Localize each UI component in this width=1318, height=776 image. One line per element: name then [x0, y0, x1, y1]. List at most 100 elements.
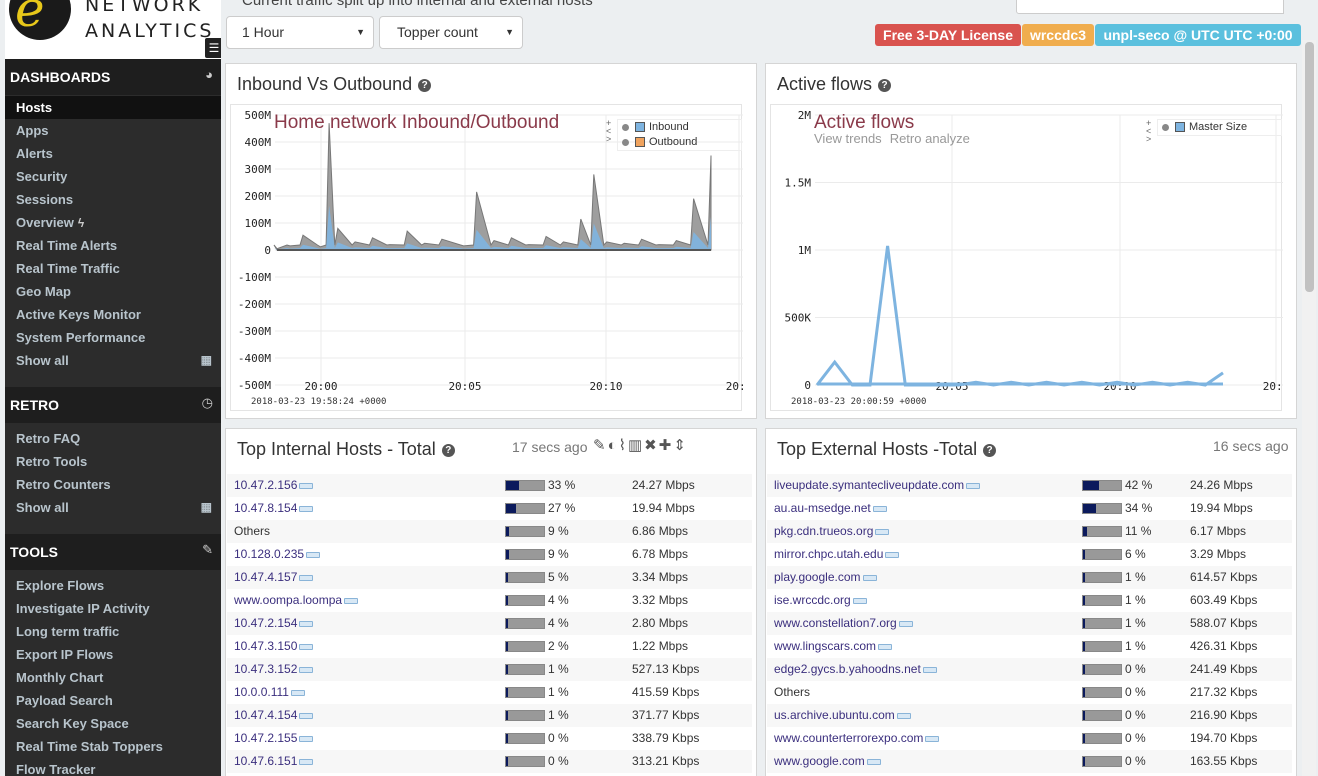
host-tag-icon[interactable] [885, 551, 900, 558]
add-icon[interactable]: ✚ [659, 437, 674, 454]
logo[interactable]: e NETWORK ANALYTICS ☰ [5, 0, 221, 59]
host-link[interactable]: 10.47.2.156 [234, 474, 314, 497]
help-icon[interactable]: ? [878, 78, 892, 92]
host-tag-icon[interactable] [866, 758, 881, 765]
host-tag-icon[interactable] [299, 735, 314, 742]
sidebar-item-dash-geo-map[interactable]: Geo Map [5, 280, 221, 303]
legend-item[interactable]: Master Size [1162, 120, 1277, 135]
legend-item[interactable]: Outbound [622, 135, 737, 150]
host-link[interactable]: www.counterterrorexpo.com [774, 727, 940, 750]
host-tag-icon[interactable] [299, 712, 314, 719]
sidebar-item-tools-payload-search[interactable]: Payload Search [5, 689, 221, 712]
search-input[interactable] [1016, 0, 1284, 14]
legend-toggle-dot[interactable] [622, 123, 629, 131]
host-tag-icon[interactable] [299, 620, 314, 627]
legend-item[interactable]: Inbound [622, 120, 737, 135]
host-link[interactable]: play.google.com [774, 566, 877, 589]
host-tag-icon[interactable] [852, 597, 867, 604]
section-tools[interactable]: TOOLS ✎ [5, 534, 221, 570]
sidebar-item-retro-retro-tools[interactable]: Retro Tools [5, 450, 221, 473]
host-link[interactable]: 10.47.4.157 [234, 566, 314, 589]
bar-chart-icon[interactable]: ▥ [628, 437, 644, 454]
sidebar-item-dash-apps[interactable]: Apps [5, 119, 221, 142]
sidebar-item-dash-hosts[interactable]: Hosts [5, 96, 221, 119]
section-retro[interactable]: RETRO ◷ [5, 387, 221, 423]
sidebar-item-dash-real-time-traffic[interactable]: Real Time Traffic [5, 257, 221, 280]
host-tag-icon[interactable] [875, 528, 890, 535]
sidebar-item-tools-flow-tracker[interactable]: Flow Tracker [5, 758, 221, 776]
close-icon[interactable]: ✖ [644, 437, 659, 454]
view-trends-link[interactable]: View trends [814, 131, 882, 146]
topper-select[interactable]: Topper count ▼ [379, 16, 523, 49]
host-tag-icon[interactable] [299, 505, 314, 512]
host-badge[interactable]: wrccdc3 [1022, 24, 1094, 46]
host-link[interactable]: 10.47.8.154 [234, 497, 314, 520]
host-link[interactable]: 10.47.2.154 [234, 612, 314, 635]
host-tag-icon[interactable] [306, 551, 321, 558]
host-tag-icon[interactable] [898, 620, 913, 627]
timezone-badge[interactable]: unpl-seco @ UTC UTC +0:00 [1095, 24, 1301, 46]
host-link[interactable]: pkg.cdn.trueos.org [774, 520, 890, 543]
sort-icon[interactable]: ⇕ [673, 437, 688, 454]
sidebar-item-tools-long-term-traffic[interactable]: Long term traffic [5, 620, 221, 643]
section-dashboards[interactable]: DASHBOARDS ◕ [5, 59, 221, 95]
host-link[interactable]: 10.47.4.154 [234, 704, 314, 727]
hamburger-icon[interactable]: ☰ [205, 38, 221, 58]
host-link[interactable]: 10.47.2.155 [234, 727, 314, 750]
host-link[interactable]: 10.128.0.235 [234, 543, 321, 566]
host-link[interactable]: 10.47.6.151 [234, 750, 314, 773]
host-tag-icon[interactable] [344, 597, 359, 604]
toggle-icon[interactable]: ◐ [608, 437, 619, 454]
legend-toggle-dot[interactable] [622, 138, 629, 146]
help-icon[interactable]: ? [983, 443, 997, 457]
search-button[interactable] [1252, 0, 1284, 14]
sidebar-item-dash-show-all[interactable]: Show all ▦ [5, 349, 221, 372]
sidebar-item-tools-investigate-ip-activity[interactable]: Investigate IP Activity [5, 597, 221, 620]
legend-nav-controls[interactable]: + < > [606, 119, 611, 144]
host-link[interactable]: www.oompa.loompa [234, 589, 359, 612]
edit-icon[interactable]: ✎ [593, 437, 608, 454]
license-badge[interactable]: Free 3-DAY License [875, 24, 1021, 46]
sidebar-item-tools-monthly-chart[interactable]: Monthly Chart [5, 666, 221, 689]
host-link[interactable]: www.lingscars.com [774, 635, 893, 658]
host-tag-icon[interactable] [299, 574, 314, 581]
sidebar-item-dash-system-performance[interactable]: System Performance [5, 326, 221, 349]
host-tag-icon[interactable] [299, 666, 314, 673]
retro-analyze-link[interactable]: Retro analyze [890, 131, 970, 146]
inbound-outbound-chart[interactable]: 500M 400M 300M 200M 100M 0 -100M -200M -300M -400… [230, 104, 752, 411]
host-tag-icon[interactable] [862, 574, 877, 581]
sidebar-item-retro-retro-faq[interactable]: Retro FAQ [5, 427, 221, 450]
host-tag-icon[interactable] [299, 643, 314, 650]
host-tag-icon[interactable] [299, 482, 314, 489]
line-chart-icon[interactable]: ⌇ [619, 437, 628, 454]
host-link[interactable]: www.google.com [774, 750, 881, 773]
host-link[interactable]: 10.47.3.152 [234, 658, 314, 681]
host-tag-icon[interactable] [925, 735, 940, 742]
legend-nav-controls[interactable]: + < > [1146, 119, 1151, 144]
sidebar-item-dash-sessions[interactable]: Sessions [5, 188, 221, 211]
host-tag-icon[interactable] [896, 712, 911, 719]
host-link[interactable]: 10.0.0.111 [234, 681, 305, 704]
host-tag-icon[interactable] [872, 505, 887, 512]
sidebar-item-tools-real-time-stab-toppers[interactable]: Real Time Stab Toppers [5, 735, 221, 758]
host-link[interactable]: mirror.chpc.utah.edu [774, 543, 900, 566]
host-link[interactable]: 10.47.3.150 [234, 635, 314, 658]
host-tag-icon[interactable] [878, 643, 893, 650]
host-link[interactable]: us.archive.ubuntu.com [774, 704, 911, 727]
host-tag-icon[interactable] [290, 689, 305, 696]
host-link[interactable]: ise.wrccdc.org [774, 589, 867, 612]
sidebar-item-retro-show-all[interactable]: Show all ▦ [5, 496, 221, 519]
sidebar-item-dash-security[interactable]: Security [5, 165, 221, 188]
host-tag-icon[interactable] [966, 482, 981, 489]
legend-toggle-dot[interactable] [1162, 123, 1169, 131]
sidebar-item-dash-alerts[interactable]: Alerts [5, 142, 221, 165]
page-scrollbar[interactable] [1302, 40, 1316, 776]
help-icon[interactable]: ? [441, 443, 455, 457]
sidebar-item-retro-retro-counters[interactable]: Retro Counters [5, 473, 221, 496]
sidebar-item-dash-active-keys-monitor[interactable]: Active Keys Monitor [5, 303, 221, 326]
sidebar-item-tools-explore-flows[interactable]: Explore Flows [5, 574, 221, 597]
host-link[interactable]: liveupdate.symantecliveupdate.com [774, 474, 981, 497]
scrollbar-thumb[interactable] [1305, 42, 1314, 292]
sidebar-item-tools-export-ip-flows[interactable]: Export IP Flows [5, 643, 221, 666]
sidebar-item-dash-overview[interactable]: Overview ϟ [5, 211, 221, 234]
